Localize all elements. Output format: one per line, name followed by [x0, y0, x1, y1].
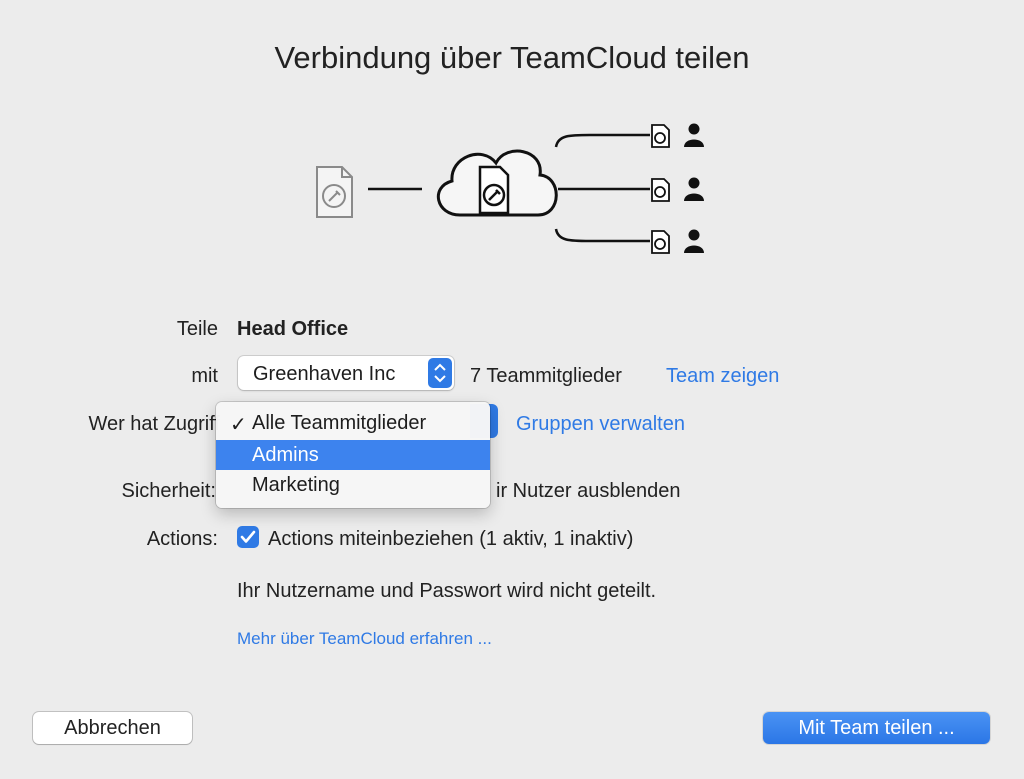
source-document-icon [316, 166, 353, 218]
share-value: Head Office [237, 318, 349, 340]
learn-more-link[interactable]: Mehr über TeamCloud erfahren ... [237, 629, 492, 649]
actions-checkbox[interactable] [237, 526, 259, 548]
team-select-value: Greenhaven Inc [253, 363, 396, 385]
with-label: mit [191, 365, 218, 387]
share-label: Teile [176, 318, 218, 340]
teamcloud-illustration [316, 123, 704, 254]
info-text: Ihr Nutzername und Passwort wird nicht g… [237, 580, 657, 602]
show-team-link[interactable]: Team zeigen [666, 365, 779, 388]
person-icon [684, 123, 704, 253]
share-dialog: Verbindung über TeamCloud teilen Teile H… [0, 0, 1024, 779]
select-stepper-icon [428, 358, 452, 388]
team-select[interactable]: Greenhaven Inc [238, 356, 454, 390]
security-option-text: ir Nutzer ausblenden [496, 480, 681, 502]
access-dropdown-menu: ✓ Alle Teammitglieder Admins Marketing [216, 402, 490, 508]
cloud-document-icon [478, 165, 510, 215]
checkmark-icon: ✓ [230, 414, 247, 436]
security-label: Sicherheit: [121, 480, 217, 502]
menu-item-label: Marketing [252, 474, 340, 496]
actions-label: Actions: [146, 528, 218, 550]
team-member-count: 7 Teammitglieder [470, 365, 622, 387]
menu-item-admins[interactable]: Admins [216, 440, 490, 470]
menu-item-label: Admins [252, 444, 319, 466]
menu-item-all-team-members[interactable]: ✓ Alle Teammitglieder [216, 408, 490, 438]
checkmark-icon [240, 530, 256, 543]
dialog-title: Verbindung über TeamCloud teilen [274, 40, 750, 75]
menu-item-label: Alle Teammitglieder [252, 412, 427, 434]
access-label: Wer hat Zugriff [88, 413, 220, 435]
menu-item-marketing[interactable]: Marketing [216, 470, 490, 500]
recipient-document-icon [651, 124, 670, 254]
cancel-button[interactable]: Abbrechen [33, 712, 192, 744]
share-with-team-button[interactable]: Mit Team teilen ... [763, 712, 990, 744]
manage-groups-link[interactable]: Gruppen verwalten [516, 413, 685, 436]
actions-checkbox-label[interactable]: Actions miteinbeziehen (1 aktiv, 1 inakt… [268, 528, 633, 551]
